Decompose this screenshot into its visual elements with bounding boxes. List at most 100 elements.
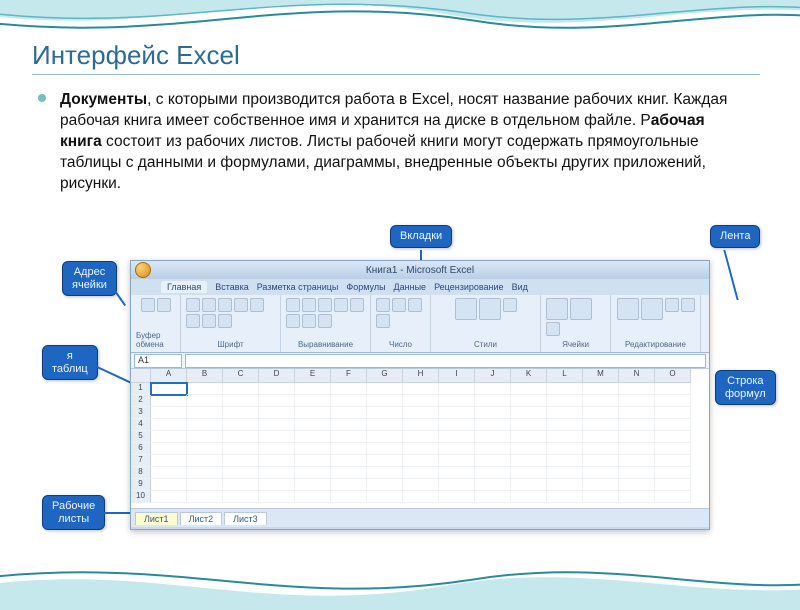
cell[interactable] [187, 407, 223, 419]
ribbon-button-icon[interactable] [376, 314, 390, 328]
cell[interactable] [475, 443, 511, 455]
ribbon-button-icon[interactable] [350, 298, 364, 312]
cell[interactable] [151, 383, 187, 395]
cell[interactable] [331, 395, 367, 407]
cell[interactable] [259, 383, 295, 395]
cell[interactable] [223, 491, 259, 503]
cell[interactable] [475, 467, 511, 479]
column-header[interactable]: G [367, 369, 403, 383]
cell[interactable] [331, 431, 367, 443]
sheet-tab[interactable]: Лист1 [135, 512, 178, 525]
cell[interactable] [403, 479, 439, 491]
cell[interactable] [331, 467, 367, 479]
cell[interactable] [439, 491, 475, 503]
cell[interactable] [259, 491, 295, 503]
cell[interactable] [583, 491, 619, 503]
cell[interactable] [151, 491, 187, 503]
column-header[interactable]: D [259, 369, 295, 383]
cell[interactable] [295, 455, 331, 467]
column-header[interactable]: L [547, 369, 583, 383]
cell[interactable] [295, 479, 331, 491]
ribbon-button-icon[interactable] [286, 298, 300, 312]
cell[interactable] [547, 467, 583, 479]
column-header[interactable]: J [475, 369, 511, 383]
cell[interactable] [619, 383, 655, 395]
cell[interactable] [295, 419, 331, 431]
row-header[interactable]: 5 [131, 431, 151, 443]
cell[interactable] [583, 479, 619, 491]
cell[interactable] [619, 455, 655, 467]
cell[interactable] [583, 467, 619, 479]
cell[interactable] [151, 443, 187, 455]
cell[interactable] [655, 419, 691, 431]
cell[interactable] [331, 491, 367, 503]
formula-bar[interactable] [185, 354, 706, 368]
cell[interactable] [511, 395, 547, 407]
cell[interactable] [295, 443, 331, 455]
ribbon-button-icon[interactable] [546, 298, 568, 320]
cell[interactable] [583, 431, 619, 443]
cell[interactable] [223, 455, 259, 467]
cell[interactable] [331, 455, 367, 467]
cell[interactable] [511, 491, 547, 503]
ribbon-button-icon[interactable] [570, 298, 592, 320]
cell[interactable] [403, 431, 439, 443]
cell[interactable] [151, 407, 187, 419]
cell[interactable] [619, 419, 655, 431]
cell[interactable] [655, 491, 691, 503]
column-header[interactable]: N [619, 369, 655, 383]
cell[interactable] [187, 383, 223, 395]
cell[interactable] [187, 491, 223, 503]
cell[interactable] [547, 431, 583, 443]
cell[interactable] [583, 383, 619, 395]
ribbon-button-icon[interactable] [202, 314, 216, 328]
column-header[interactable]: B [187, 369, 223, 383]
cell[interactable] [403, 419, 439, 431]
ribbon-button-icon[interactable] [186, 298, 200, 312]
cell[interactable] [331, 443, 367, 455]
ribbon-button-icon[interactable] [408, 298, 422, 312]
cell[interactable] [583, 419, 619, 431]
cell[interactable] [295, 467, 331, 479]
cell[interactable] [403, 383, 439, 395]
ribbon-button-icon[interactable] [455, 298, 477, 320]
cell[interactable] [439, 455, 475, 467]
cell[interactable] [259, 455, 295, 467]
cell[interactable] [367, 383, 403, 395]
cell[interactable] [295, 491, 331, 503]
cell[interactable] [223, 395, 259, 407]
cell[interactable] [475, 407, 511, 419]
cell[interactable] [295, 395, 331, 407]
cell[interactable] [511, 455, 547, 467]
ribbon-button-icon[interactable] [617, 298, 639, 320]
ribbon-button-icon[interactable] [234, 298, 248, 312]
cell[interactable] [367, 395, 403, 407]
cell[interactable] [367, 455, 403, 467]
row-header[interactable]: 4 [131, 419, 151, 431]
cell[interactable] [583, 455, 619, 467]
excel-grid[interactable]: ABCDEFGHIJKLMNO12345678910 [131, 369, 709, 509]
cell[interactable] [259, 407, 295, 419]
cell[interactable] [619, 443, 655, 455]
cell[interactable] [511, 431, 547, 443]
sheet-tab[interactable]: Лист2 [180, 512, 223, 525]
cell[interactable] [259, 419, 295, 431]
cell[interactable] [439, 395, 475, 407]
cell[interactable] [331, 479, 367, 491]
cell[interactable] [223, 383, 259, 395]
cell[interactable] [187, 467, 223, 479]
column-header[interactable]: C [223, 369, 259, 383]
ribbon-button-icon[interactable] [186, 314, 200, 328]
ribbon-button-icon[interactable] [286, 314, 300, 328]
row-header[interactable]: 9 [131, 479, 151, 491]
cell[interactable] [475, 491, 511, 503]
column-header[interactable]: E [295, 369, 331, 383]
cell[interactable] [655, 407, 691, 419]
cell[interactable] [331, 407, 367, 419]
cell[interactable] [475, 431, 511, 443]
cell[interactable] [223, 431, 259, 443]
ribbon-tab[interactable]: Формулы [346, 282, 385, 292]
ribbon-button-icon[interactable] [392, 298, 406, 312]
cell[interactable] [403, 455, 439, 467]
ribbon-button-icon[interactable] [503, 298, 517, 312]
